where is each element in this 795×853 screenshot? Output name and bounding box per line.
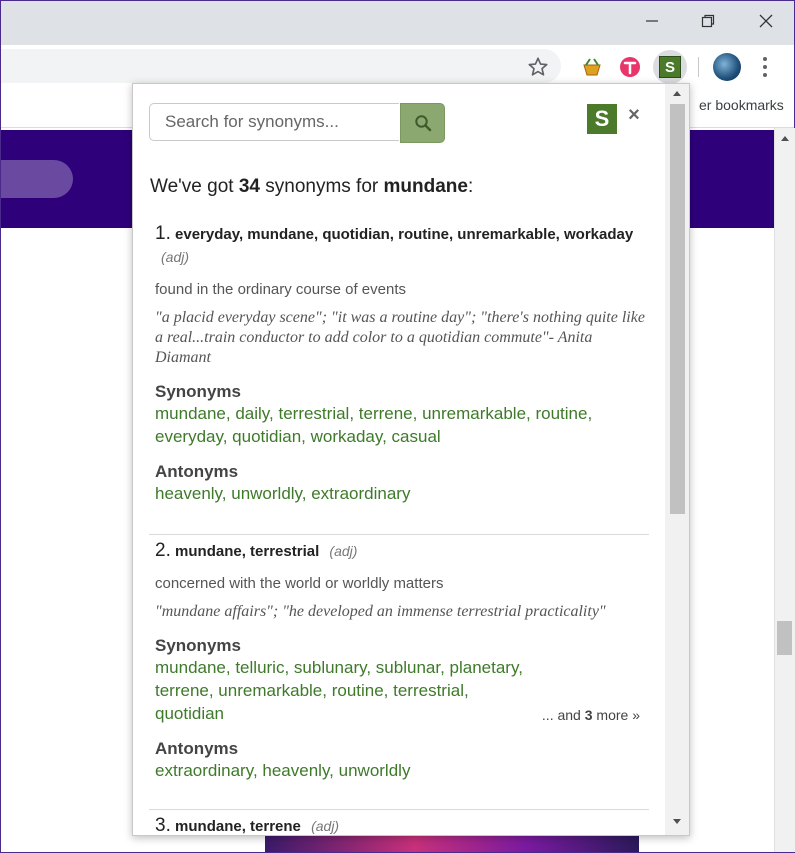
basket-icon bbox=[583, 58, 601, 76]
scroll-down-arrow-icon[interactable] bbox=[673, 819, 681, 824]
sense-entry-2: 2. mundane, terrestrial (adj) concerned … bbox=[155, 540, 650, 782]
popup-content: S × We've got 34 synonyms for mundane: 1… bbox=[133, 84, 665, 835]
title-bar bbox=[1, 1, 794, 45]
synonyms-label: Synonyms bbox=[155, 636, 241, 655]
browser-toolbar: S bbox=[1, 45, 794, 87]
scroll-up-arrow-icon[interactable] bbox=[781, 136, 789, 141]
bookmark-star-icon[interactable] bbox=[527, 56, 549, 78]
entry-divider bbox=[149, 809, 649, 810]
popup-scroll-thumb[interactable] bbox=[670, 104, 685, 514]
toolbar-separator bbox=[698, 57, 699, 77]
page-scrollbar[interactable] bbox=[774, 128, 795, 852]
synonyms-extension-button[interactable]: S bbox=[653, 50, 687, 84]
entry-title: 3. mundane, terrene (adj) bbox=[155, 815, 340, 835]
entry-divider bbox=[149, 534, 649, 535]
sense-entry-3: 3. mundane, terrene (adj) bbox=[155, 815, 650, 835]
menu-kebab-icon[interactable] bbox=[761, 57, 769, 77]
antonyms-list[interactable]: extraordinary, heavenly, unworldly bbox=[155, 759, 650, 782]
show-more-link[interactable]: ... and 3 more » bbox=[542, 707, 640, 723]
sense-entry-1: 1. everyday, mundane, quotidian, routine… bbox=[155, 223, 650, 505]
antonyms-label: Antonyms bbox=[155, 462, 239, 481]
profile-avatar[interactable] bbox=[713, 53, 741, 81]
close-icon bbox=[759, 14, 773, 28]
minimize-button[interactable] bbox=[623, 1, 681, 41]
basket-extension-icon[interactable] bbox=[579, 54, 605, 80]
results-heading: We've got 34 synonyms for mundane: bbox=[150, 176, 474, 197]
synonym-search-input[interactable] bbox=[149, 103, 399, 141]
restore-icon bbox=[701, 14, 715, 28]
entry-example: "mundane affairs"; "he developed an imme… bbox=[155, 603, 606, 620]
search-icon bbox=[414, 115, 431, 132]
other-bookmarks-link[interactable]: er bookmarks bbox=[699, 97, 784, 113]
entry-definition: concerned with the world or worldly matt… bbox=[155, 575, 444, 592]
popup-scrollbar[interactable] bbox=[665, 84, 689, 835]
page-search-pill[interactable] bbox=[1, 160, 73, 198]
restore-button[interactable] bbox=[679, 1, 737, 41]
entry-definition: found in the ordinary course of events bbox=[155, 281, 406, 298]
close-window-button[interactable] bbox=[737, 1, 795, 41]
pink-t-extension-icon[interactable] bbox=[617, 54, 643, 80]
page-scroll-thumb[interactable] bbox=[777, 621, 792, 655]
address-bar[interactable] bbox=[1, 49, 561, 83]
scroll-up-arrow-icon[interactable] bbox=[673, 91, 681, 96]
entry-title: 2. mundane, terrestrial (adj) bbox=[155, 540, 358, 561]
search-button[interactable] bbox=[400, 103, 445, 143]
close-popup-button[interactable]: × bbox=[627, 105, 641, 125]
synonyms-list[interactable]: mundane, daily, terrestrial, terrene, un… bbox=[155, 402, 650, 448]
t-circle-icon bbox=[620, 57, 640, 77]
synonyms-s-icon: S bbox=[659, 56, 681, 78]
synonyms-label: Synonyms bbox=[155, 382, 241, 401]
synonyms-list[interactable]: mundane, telluric, sublunary, sublunar, … bbox=[155, 656, 525, 725]
antonyms-label: Antonyms bbox=[155, 739, 239, 758]
entry-example: "a placid everyday scene"; "it was a rou… bbox=[155, 309, 645, 366]
minimize-icon bbox=[646, 20, 658, 22]
antonyms-list[interactable]: heavenly, unworldly, extraordinary bbox=[155, 482, 650, 505]
synonyms-popup: S × We've got 34 synonyms for mundane: 1… bbox=[132, 83, 690, 836]
entry-title: 1. everyday, mundane, quotidian, routine… bbox=[155, 223, 634, 265]
synonyms-logo: S bbox=[587, 104, 617, 134]
